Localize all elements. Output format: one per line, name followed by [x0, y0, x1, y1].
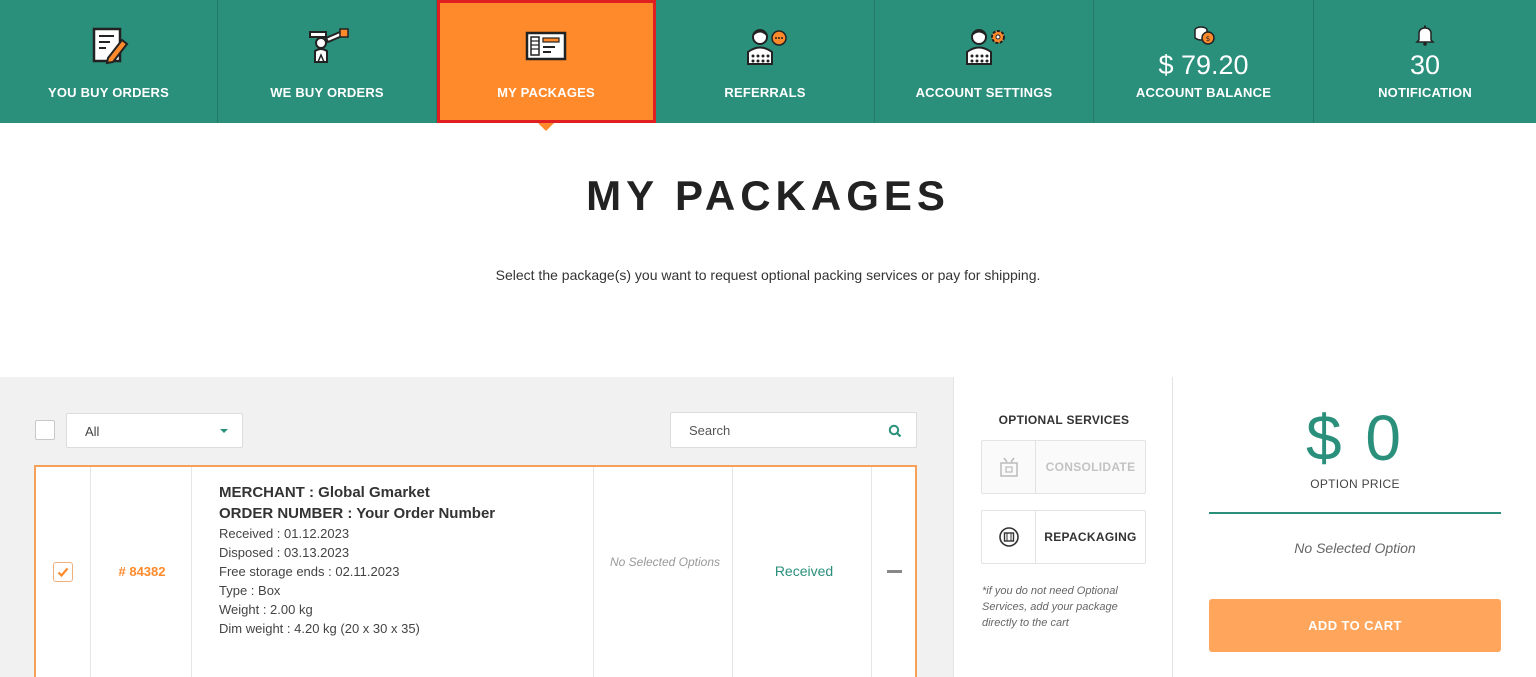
package-free-storage: Free storage ends : 02.11.2023 — [219, 564, 400, 579]
page-title: MY PACKAGES — [586, 172, 950, 219]
package-order-number: ORDER NUMBER : Your Order Number — [219, 505, 496, 522]
chevron-down-icon — [220, 429, 228, 433]
person-chat-icon — [747, 29, 787, 65]
edit-order-icon — [92, 27, 128, 65]
repackaging-icon-box — [982, 511, 1036, 563]
checkmark-icon — [57, 567, 69, 578]
cell-divider — [593, 467, 594, 677]
consolidate-icon — [1000, 457, 1018, 477]
top-nav: YOU BUY ORDERS WE BUY ORDERS MY PACKAGES — [0, 0, 1536, 131]
option-price-value: $ 0 — [1306, 402, 1404, 474]
nav-label: WE BUY ORDERS — [270, 85, 384, 100]
package-details: MERCHANT : Global Gmarket ORDER NUMBER :… — [219, 482, 549, 638]
repackaging-button[interactable]: REPACKAGING — [981, 510, 1146, 564]
pointing-person-icon — [309, 28, 349, 63]
option-price-label: OPTION PRICE — [1310, 477, 1400, 491]
nav-label: YOU BUY ORDERS — [47, 85, 170, 100]
person-gear-icon — [966, 29, 1005, 65]
package-type: Type : Box — [219, 583, 281, 598]
add-to-cart-button[interactable]: ADD TO CART — [1209, 599, 1501, 652]
nav-label: REFERRALS — [724, 85, 806, 100]
cell-divider — [90, 467, 91, 677]
package-status: Received — [774, 563, 834, 579]
select-all-checkbox[interactable] — [35, 420, 55, 440]
search-box — [670, 412, 917, 448]
package-selected-options: No Selected Options — [609, 555, 721, 569]
package-weight: Weight : 2.00 kg — [219, 602, 313, 617]
bell-icon — [1415, 25, 1435, 46]
search-icon[interactable] — [888, 424, 902, 438]
repackaging-icon — [999, 527, 1019, 547]
cell-divider — [732, 467, 733, 677]
consolidate-label: CONSOLIDATE — [1045, 460, 1136, 474]
collapse-minus-icon[interactable] — [887, 570, 902, 573]
notification-count: 30 — [1409, 50, 1441, 80]
nav-notification[interactable]: 30 NOTIFICATION — [1314, 0, 1536, 123]
nav-label: ACCOUNT BALANCE — [1135, 85, 1272, 100]
optional-services-panel: OPTIONAL SERVICES CONSOLIDATE REPACKAGIN… — [953, 377, 1173, 677]
package-disposed-date: Disposed : 03.13.2023 — [219, 545, 350, 560]
optional-services-note: *if you do not need Optional Services, a… — [982, 585, 1118, 629]
consolidate-icon-box — [982, 441, 1036, 493]
nav-my-packages[interactable]: MY PACKAGES — [437, 0, 656, 131]
optional-services-title: OPTIONAL SERVICES — [998, 413, 1130, 427]
filter-selected-value: All — [85, 424, 100, 439]
page-subtitle: Select the package(s) you want to reques… — [495, 267, 1041, 283]
nav-account-balance[interactable]: $ $ 79.20 ACCOUNT BALANCE — [1094, 0, 1314, 123]
price-divider — [1209, 512, 1501, 514]
active-caret — [538, 123, 554, 131]
consolidate-button[interactable]: CONSOLIDATE — [981, 440, 1146, 494]
nav-label: MY PACKAGES — [497, 85, 595, 100]
package-dim-weight: Dim weight : 4.20 kg (20 x 30 x 35) — [219, 621, 420, 636]
no-selected-option-text: No Selected Option — [1294, 540, 1416, 556]
nav-we-buy-orders[interactable]: WE BUY ORDERS — [218, 0, 437, 123]
svg-text:$: $ — [1205, 35, 1209, 43]
package-id: # 84382 — [118, 564, 166, 579]
nav-label: ACCOUNT SETTINGS — [915, 85, 1053, 100]
package-label-icon — [525, 31, 567, 61]
search-input[interactable] — [671, 413, 881, 447]
nav-you-buy-orders[interactable]: YOU BUY ORDERS — [0, 0, 218, 123]
option-summary-panel: $ 0 OPTION PRICE No Selected Option ADD … — [1173, 377, 1536, 677]
coins-icon: $ — [1193, 26, 1215, 45]
nav-referrals[interactable]: REFERRALS — [656, 0, 875, 123]
package-filter-select[interactable]: All — [66, 413, 243, 448]
repackaging-label: REPACKAGING — [1044, 530, 1137, 544]
package-received-date: Received : 01.12.2023 — [219, 526, 350, 541]
package-row[interactable]: # 84382 MERCHANT : Global Gmarket ORDER … — [34, 465, 917, 677]
package-merchant: MERCHANT : Global Gmarket — [219, 484, 430, 501]
balance-value: $ 79.20 — [1158, 50, 1249, 80]
nav-account-settings[interactable]: ACCOUNT SETTINGS — [875, 0, 1094, 123]
nav-label: NOTIFICATION — [1378, 85, 1472, 100]
package-checkbox[interactable] — [53, 562, 73, 582]
